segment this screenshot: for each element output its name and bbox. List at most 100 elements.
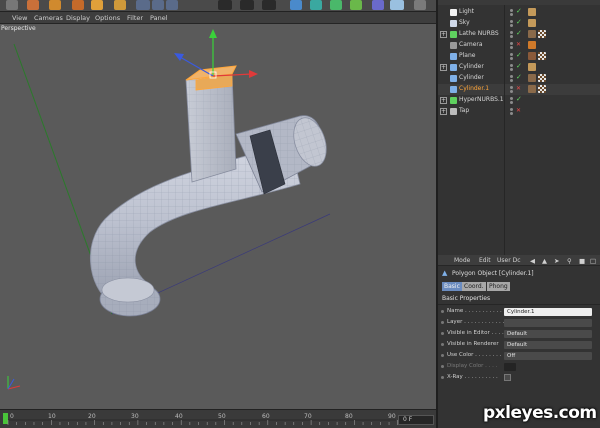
render-visibility-dot[interactable] <box>510 90 513 93</box>
material-tag-icon[interactable] <box>528 85 536 93</box>
animate-dot-icon[interactable] <box>441 343 444 346</box>
render-visibility-dot[interactable] <box>510 24 513 27</box>
attribute-menu-edit[interactable]: Edit <box>479 257 491 264</box>
viewport-menu-options[interactable]: Options <box>95 14 120 22</box>
tab-phong[interactable]: Phong <box>487 282 510 291</box>
pointer-icon[interactable]: ➤ <box>554 258 559 265</box>
editor-visibility-dot[interactable] <box>510 97 513 100</box>
disabled-x-icon[interactable]: ✕ <box>516 41 521 48</box>
material-tag-icon[interactable] <box>528 41 536 49</box>
expand-toggle-icon[interactable]: + <box>440 108 447 115</box>
animate-dot-icon[interactable] <box>441 365 444 368</box>
material-tag-icon[interactable] <box>528 63 536 71</box>
enabled-check-icon[interactable]: ✓ <box>516 29 522 37</box>
up-arrow-icon[interactable]: ▲ <box>542 258 547 265</box>
render-visibility-dot[interactable] <box>510 79 513 82</box>
animate-dot-icon[interactable] <box>441 354 444 357</box>
object-name[interactable]: Cylinder <box>459 74 484 81</box>
editor-visibility-dot[interactable] <box>510 86 513 89</box>
enabled-check-icon[interactable]: ✓ <box>516 73 522 81</box>
render-visibility-dot[interactable] <box>510 35 513 38</box>
material-tag-icon[interactable] <box>528 19 536 27</box>
toolbar-button[interactable] <box>152 0 164 10</box>
attribute-value-field[interactable]: Default <box>504 341 592 349</box>
texture-tag-icon[interactable] <box>538 74 546 82</box>
animate-dot-icon[interactable] <box>441 332 444 335</box>
object-row[interactable]: + Tap ✕ <box>438 106 600 117</box>
tab-basic[interactable]: Basic <box>442 282 462 291</box>
toolbar-button[interactable] <box>310 0 322 10</box>
material-tag-icon[interactable] <box>528 30 536 38</box>
disabled-x-icon[interactable]: ✕ <box>516 85 521 92</box>
enabled-check-icon[interactable]: ✓ <box>516 51 522 59</box>
toolbar-button[interactable] <box>372 0 384 10</box>
render-visibility-dot[interactable] <box>510 46 513 49</box>
render-visibility-dot[interactable] <box>510 57 513 60</box>
expand-toggle-icon[interactable]: + <box>440 31 447 38</box>
object-name[interactable]: Cylinder.1 <box>459 85 489 92</box>
material-tag-icon[interactable] <box>528 52 536 60</box>
render-visibility-dot[interactable] <box>510 13 513 16</box>
viewport-menu-view[interactable]: View <box>12 14 27 22</box>
editor-visibility-dot[interactable] <box>510 64 513 67</box>
object-name[interactable]: Tap <box>459 107 469 114</box>
editor-visibility-dot[interactable] <box>510 75 513 78</box>
tab-coord[interactable]: Coord. <box>462 282 486 291</box>
attribute-value-field[interactable] <box>504 319 592 327</box>
object-name[interactable]: Light <box>459 8 474 15</box>
object-name[interactable]: Lathe NURBS <box>459 30 499 37</box>
toolbar-button[interactable] <box>330 0 342 10</box>
toolbar-button[interactable] <box>6 0 18 10</box>
gizmo-z-arrow[interactable] <box>174 53 184 61</box>
toolbar-button[interactable] <box>390 0 404 10</box>
texture-tag-icon[interactable] <box>538 30 546 38</box>
toolbar-button[interactable] <box>114 0 126 10</box>
material-tag-icon[interactable] <box>528 74 536 82</box>
material-tag-icon[interactable] <box>528 8 536 16</box>
attribute-value-field[interactable]: Off <box>504 352 592 360</box>
object-row[interactable]: + Lathe NURBS ✓ <box>438 29 600 40</box>
render-visibility-dot[interactable] <box>510 101 513 104</box>
enabled-check-icon[interactable]: ✓ <box>516 7 522 15</box>
editor-visibility-dot[interactable] <box>510 20 513 23</box>
viewport-menu-display[interactable]: Display <box>66 14 90 22</box>
toolbar-button[interactable] <box>262 0 276 10</box>
toolbar-button[interactable] <box>136 0 150 10</box>
toolbar-button[interactable] <box>49 0 61 10</box>
object-row[interactable]: Camera ✕ <box>438 40 600 51</box>
editor-visibility-dot[interactable] <box>510 53 513 56</box>
editor-visibility-dot[interactable] <box>510 108 513 111</box>
viewport-menu-panel[interactable]: Panel <box>150 14 168 22</box>
current-frame-field[interactable]: 0 F <box>398 415 434 425</box>
animate-dot-icon[interactable] <box>441 321 444 324</box>
attribute-menu-mode[interactable]: Mode <box>454 257 470 264</box>
toolbar-button[interactable] <box>218 0 232 10</box>
toolbar-button[interactable] <box>290 0 302 10</box>
toolbar-button[interactable] <box>91 0 103 10</box>
lock-icon[interactable]: ■ <box>579 258 585 265</box>
toolbar-button[interactable] <box>414 0 426 10</box>
render-visibility-dot[interactable] <box>510 68 513 71</box>
object-row[interactable]: Light ✓ <box>438 7 600 18</box>
object-name[interactable]: HyperNURBS.1 <box>459 96 504 103</box>
animate-dot-icon[interactable] <box>441 310 444 313</box>
back-arrow-icon[interactable]: ◀ <box>530 258 535 265</box>
viewport-menu-cameras[interactable]: Cameras <box>34 14 63 22</box>
xray-checkbox[interactable] <box>504 374 511 381</box>
attribute-value-field[interactable]: Default <box>504 330 592 338</box>
enabled-check-icon[interactable]: ✓ <box>516 62 522 70</box>
gizmo-y-arrow[interactable] <box>209 29 217 38</box>
object-row[interactable]: Cylinder.1 ✕ <box>438 84 600 95</box>
attribute-value-field[interactable]: Cylinder.1 <box>504 308 592 316</box>
viewport-menu-filter[interactable]: Filter <box>127 14 143 22</box>
timeline-playhead[interactable] <box>3 413 8 424</box>
enabled-check-icon[interactable]: ✓ <box>516 95 522 103</box>
toolbar-button[interactable] <box>240 0 254 10</box>
animate-dot-icon[interactable] <box>441 376 444 379</box>
texture-tag-icon[interactable] <box>538 52 546 60</box>
editor-visibility-dot[interactable] <box>510 9 513 12</box>
new-panel-icon[interactable]: □ <box>590 258 596 265</box>
texture-tag-icon[interactable] <box>538 85 546 93</box>
object-row[interactable]: Sky ✓ <box>438 18 600 29</box>
search-icon[interactable]: ⚲ <box>567 258 572 265</box>
